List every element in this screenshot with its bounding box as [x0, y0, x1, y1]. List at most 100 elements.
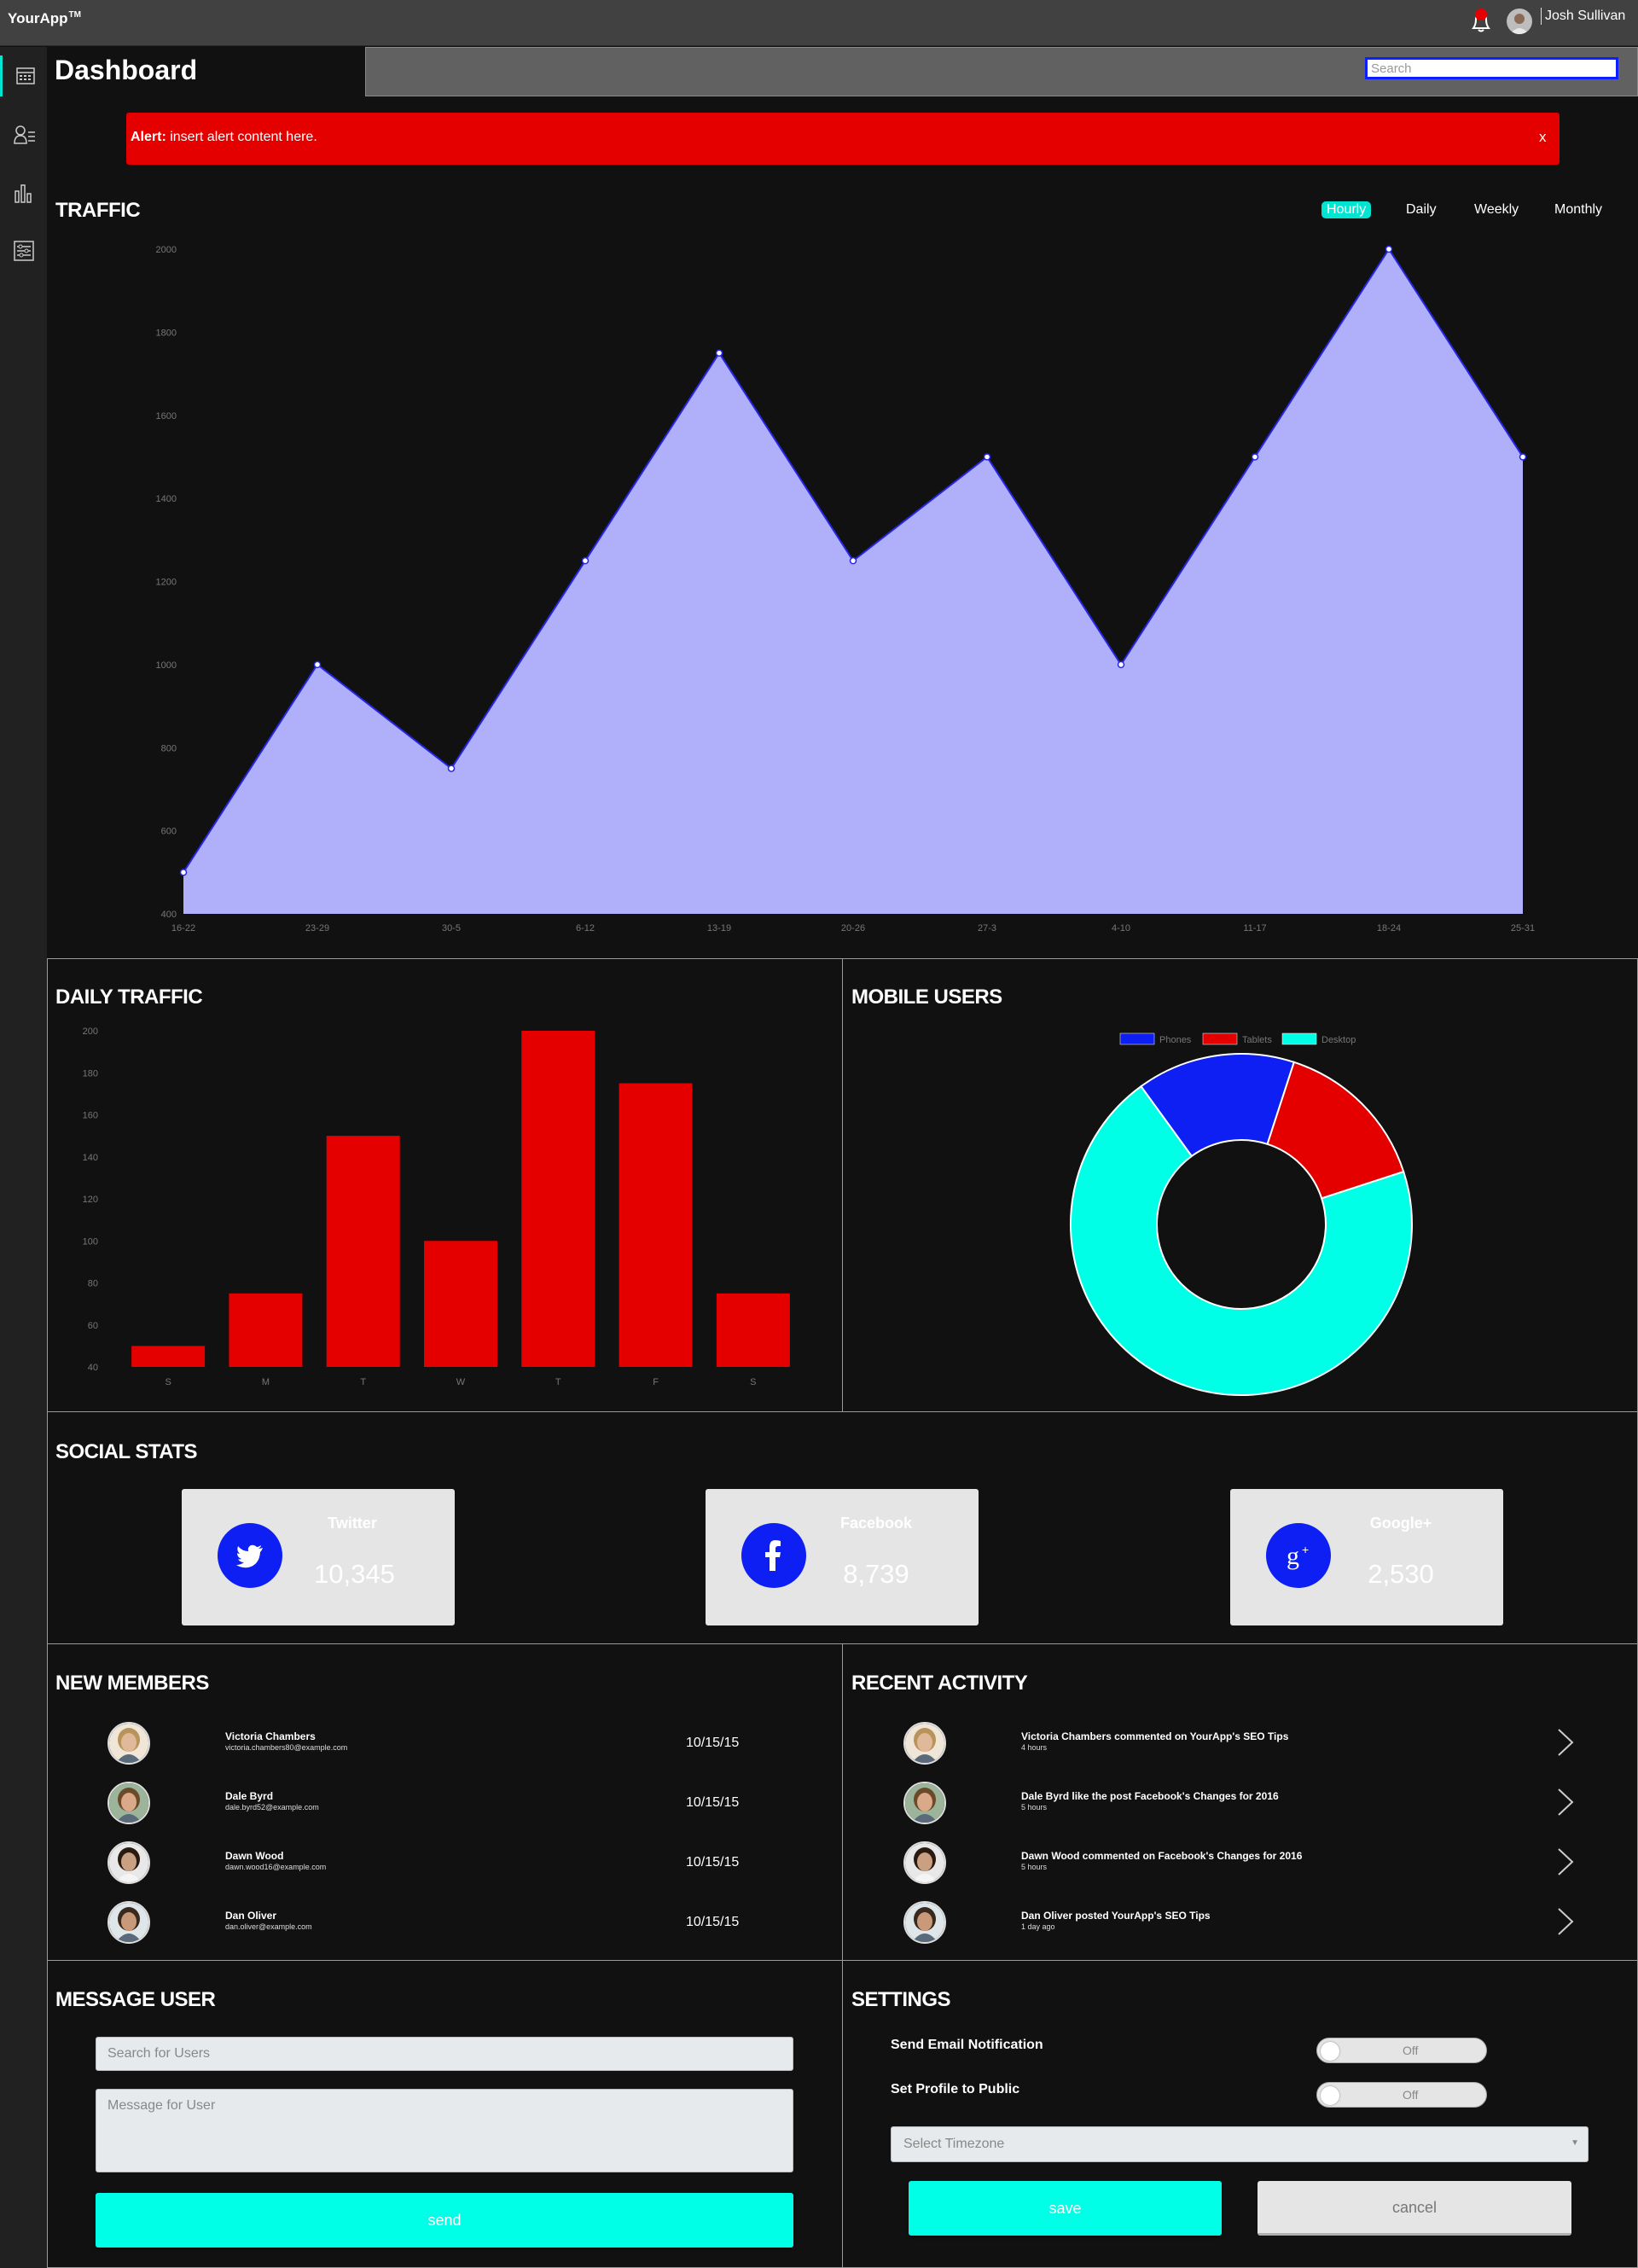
member-name: Dan Oliver [225, 1910, 277, 1922]
sidebar [0, 47, 47, 2268]
mobile-users-title: MOBILE USERS [851, 986, 1002, 1009]
timezone-select[interactable]: Select Timezone ▼ [891, 2126, 1589, 2162]
bar[interactable] [326, 1136, 400, 1367]
google-plus-card[interactable]: g + Google+ 2,530 [1230, 1489, 1503, 1625]
user-name[interactable]: Josh Sullivan [1541, 8, 1625, 25]
facebook-label: Facebook [839, 1515, 913, 1532]
alert-banner: Alert: insert alert content here. x [126, 113, 1560, 165]
traffic-point[interactable] [179, 869, 188, 876]
y-tick-label: 400 [161, 910, 177, 920]
sidebar-item-settings[interactable] [0, 230, 47, 270]
member-name: Dawn Wood [225, 1850, 284, 1862]
y-tick-label: 600 [161, 827, 177, 837]
tab-hourly[interactable]: Hourly [1321, 201, 1372, 218]
member-row[interactable]: Dan Oliver dan.oliver@example.com 10/15/15 [107, 1901, 790, 1944]
bar[interactable] [424, 1241, 497, 1367]
chevron-right-icon[interactable] [1556, 1727, 1575, 1758]
legend-swatch [1281, 1032, 1317, 1045]
x-tick-label: 6-12 [576, 923, 595, 933]
member-name: Victoria Chambers [225, 1730, 316, 1742]
activity-avatar [903, 1841, 946, 1884]
chevron-right-icon[interactable] [1556, 1846, 1575, 1877]
traffic-point[interactable] [1385, 245, 1393, 253]
x-tick-label: M [262, 1377, 270, 1387]
traffic-point[interactable] [447, 765, 456, 772]
page-title: Dashboard [55, 55, 198, 85]
activity-avatar [903, 1901, 946, 1944]
bar[interactable] [521, 1031, 595, 1367]
sidebar-item-members[interactable] [0, 113, 47, 154]
notification-bell-icon[interactable] [1467, 5, 1496, 34]
email-notification-toggle[interactable]: Off [1316, 2038, 1487, 2063]
twitter-card[interactable]: Twitter 10,345 [182, 1489, 455, 1625]
activity-row[interactable]: Dan Oliver posted YourApp's SEO Tips 1 da… [903, 1901, 1586, 1944]
x-tick-label: T [555, 1377, 561, 1387]
traffic-point[interactable] [313, 660, 322, 669]
public-profile-label: Set Profile to Public [891, 2082, 1020, 2096]
app-logo[interactable]: YourAppTM [8, 10, 81, 27]
timezone-placeholder: Select Timezone [903, 2137, 1005, 2151]
email-notification-label: Send Email Notification [891, 2038, 1043, 2052]
toggle-knob [1321, 2086, 1339, 2105]
tab-weekly[interactable]: Weekly [1469, 201, 1524, 218]
tab-daily[interactable]: Daily [1401, 201, 1442, 218]
traffic-point[interactable] [849, 556, 857, 565]
member-avatar [107, 1901, 150, 1944]
member-name: Dale Byrd [225, 1790, 274, 1802]
bar-chart-icon [15, 184, 32, 203]
y-tick-label: 1000 [156, 660, 177, 671]
member-row[interactable]: Victoria Chambers victoria.chambers80@exa… [107, 1722, 790, 1765]
send-button[interactable]: send [96, 2193, 793, 2248]
public-profile-toggle[interactable]: Off [1316, 2082, 1487, 2108]
x-tick-label: S [165, 1377, 171, 1387]
x-tick-label: W [456, 1377, 466, 1387]
google-plus-count: 2,530 [1368, 1559, 1434, 1589]
y-tick-label: 160 [83, 1111, 98, 1121]
x-tick-label: T [360, 1377, 366, 1387]
search-input[interactable] [1365, 57, 1618, 79]
chevron-right-icon[interactable] [1556, 1787, 1575, 1817]
member-row[interactable]: Dale Byrd dale.byrd52@example.com 10/15/15 [107, 1782, 790, 1824]
bar[interactable] [131, 1346, 206, 1367]
search-users-input[interactable] [96, 2037, 793, 2071]
alert-close-button[interactable]: x [1539, 129, 1547, 146]
sidebar-item-dashboard[interactable] [0, 55, 47, 96]
sidebar-item-charts[interactable] [0, 172, 47, 212]
bar[interactable] [229, 1293, 303, 1367]
save-button[interactable]: save [909, 2181, 1222, 2236]
activity-avatar [903, 1722, 946, 1765]
x-tick-label: 4-10 [1112, 923, 1130, 933]
twitter-label: Twitter [328, 1515, 377, 1532]
chevron-right-icon[interactable] [1556, 1906, 1575, 1937]
traffic-point[interactable] [1251, 453, 1259, 461]
tab-monthly[interactable]: Monthly [1549, 201, 1607, 218]
bar[interactable] [619, 1083, 693, 1367]
member-row[interactable]: Dawn Wood dawn.wood16@example.com 10/15/15 [107, 1841, 790, 1884]
bar[interactable] [716, 1293, 790, 1367]
y-tick-label: 120 [83, 1195, 98, 1205]
calendar-icon [16, 67, 35, 84]
activity-row[interactable]: Dale Byrd like the post Facebook's Chang… [903, 1782, 1586, 1824]
traffic-point[interactable] [715, 349, 723, 357]
svg-text:+: + [1302, 1543, 1309, 1556]
traffic-point[interactable] [1117, 660, 1125, 669]
y-tick-label: 60 [88, 1321, 98, 1331]
user-avatar[interactable] [1507, 9, 1532, 34]
traffic-line-chart: 400 600 800 1000 1200 1400 1600 1800 2000 16-22 23… [156, 245, 1536, 933]
activity-time: 4 hours [1021, 1743, 1048, 1752]
activity-row[interactable]: Victoria Chambers commented on YourApp's… [903, 1722, 1586, 1765]
traffic-point[interactable] [1519, 453, 1527, 461]
message-textarea[interactable] [96, 2089, 793, 2172]
member-email: dan.oliver@example.com [225, 1922, 312, 1931]
activity-row[interactable]: Dawn Wood commented on Facebook's Change… [903, 1841, 1586, 1884]
traffic-point[interactable] [983, 453, 991, 461]
y-tick-label: 80 [88, 1279, 98, 1289]
y-tick-label: 1400 [156, 494, 177, 504]
dropdown-arrow-icon: ▼ [1571, 2138, 1579, 2148]
traffic-point[interactable] [581, 556, 590, 565]
cancel-button[interactable]: cancel [1258, 2181, 1571, 2236]
facebook-card[interactable]: Facebook 8,739 [706, 1489, 979, 1625]
recent-activity-title: RECENT ACTIVITY [851, 1672, 1028, 1695]
google-plus-icon: g + [1266, 1523, 1331, 1588]
activity-text: Dawn Wood commented on Facebook's Change… [1021, 1850, 1303, 1862]
